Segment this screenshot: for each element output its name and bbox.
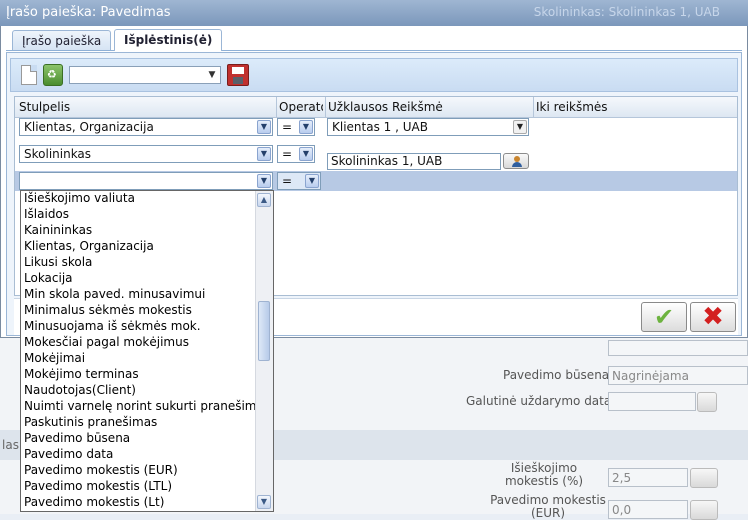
- chevron-down-icon[interactable]: ▼: [513, 120, 527, 134]
- table-row: Klientas, Organizacija ▼ = ▼ Klientas 1 …: [15, 117, 737, 143]
- cancel-button[interactable]: ✖: [690, 302, 736, 332]
- column-dropdown-list: Išieškojimo valiuta Išlaidos Kainininkas…: [20, 190, 274, 512]
- column-divider[interactable]: [325, 97, 326, 117]
- dropdown-scrollbar[interactable]: ▲ ▼: [255, 191, 273, 511]
- ok-button[interactable]: ✔: [641, 302, 687, 332]
- tab-advanced[interactable]: Išplėstinis(ė): [114, 29, 223, 51]
- chevron-down-icon[interactable]: ▼: [299, 147, 313, 161]
- scroll-up-icon[interactable]: ▲: [257, 193, 271, 207]
- list-item[interactable]: Likusi skola: [21, 254, 257, 270]
- scroll-down-icon[interactable]: ▼: [257, 495, 271, 509]
- calculator-icon-2: [690, 500, 718, 520]
- list-item[interactable]: Pavedimo mokestis (EUR): [21, 462, 257, 478]
- value-select-value: Klientas 1 , UAB: [332, 120, 428, 134]
- calculator-icon: [690, 468, 718, 488]
- chevron-down-icon[interactable]: ▼: [299, 120, 313, 134]
- closing-date-label: Galutinė uždarymo data: [466, 394, 612, 408]
- recovery-fee-label: Išieškojimo mokestis (%): [504, 461, 584, 488]
- grid-header: Stulpelis Operator Užklausos Reikšmė Iki…: [15, 97, 737, 118]
- column-header-stulpelis: Stulpelis: [19, 100, 71, 114]
- column-divider[interactable]: [533, 97, 534, 117]
- list-item[interactable]: Išieškojimo valiuta: [21, 191, 257, 206]
- dropdown-items: Išieškojimo valiuta Išlaidos Kainininkas…: [21, 191, 264, 510]
- chevron-down-icon[interactable]: ▼: [257, 147, 271, 161]
- new-document-icon[interactable]: [21, 65, 37, 85]
- value-input[interactable]: Skolininkas 1, UAB: [327, 153, 501, 170]
- column-header-operator: Operator: [279, 100, 323, 114]
- bg-field-top: [608, 340, 748, 356]
- value-select[interactable]: Klientas 1 , UAB ▼: [327, 118, 529, 136]
- list-item[interactable]: Minusuojama iš sėkmės mok.: [21, 318, 257, 334]
- column-header-value: Užklausos Reikšmė: [328, 100, 443, 114]
- operator-value: =: [282, 120, 293, 134]
- calendar-icon: [697, 392, 717, 412]
- query-toolbar: ♻ ▼: [10, 58, 738, 92]
- column-divider[interactable]: [276, 97, 277, 117]
- operator-select[interactable]: = ▼: [277, 118, 315, 136]
- chevron-down-icon[interactable]: ▼: [257, 174, 271, 188]
- list-item[interactable]: Pavedimo mokestis (Lt): [21, 494, 257, 510]
- column-select-value: Skolininkas: [24, 147, 92, 161]
- column-select-value: Klientas, Organizacija: [24, 120, 154, 134]
- tab-record-search[interactable]: Įrašo paieška: [12, 30, 112, 50]
- section-label-fragment: las: [2, 438, 19, 452]
- saved-query-select[interactable]: ▼: [69, 66, 221, 84]
- table-row-selected: ▼ = ▼: [15, 171, 737, 191]
- list-item[interactable]: Paskutinis pranešimas: [21, 414, 257, 430]
- operator-select[interactable]: = ▼: [277, 172, 321, 190]
- list-item[interactable]: Pavedimo mokestis (LTL): [21, 478, 257, 494]
- list-item[interactable]: Kainininkas: [21, 222, 257, 238]
- list-item[interactable]: Naudotojas(Client): [21, 382, 257, 398]
- list-item[interactable]: Klientas, Organizacija: [21, 238, 257, 254]
- assignment-fee-label: Pavedimo mokestis (EUR): [490, 493, 606, 520]
- titlebar-ghost-text: Skolininkas: Skolininkas 1, UAB: [533, 5, 720, 19]
- person-picker-icon[interactable]: [503, 153, 529, 169]
- close-icon: ✖: [702, 302, 724, 332]
- operator-value: =: [282, 147, 293, 161]
- list-item[interactable]: Nuimti varnelę norint sukurti pranešimą: [21, 398, 264, 414]
- dialog-title: Įrašo paieška: Pavedimas: [6, 5, 171, 20]
- operator-select[interactable]: = ▼: [277, 145, 315, 163]
- recovery-fee-field: 2,5: [608, 468, 688, 487]
- column-select[interactable]: Klientas, Organizacija ▼: [19, 118, 273, 136]
- save-disk-icon[interactable]: [227, 64, 249, 86]
- list-item[interactable]: Pavedimo būsena: [21, 430, 257, 446]
- list-item[interactable]: Mokėjimo terminas: [21, 366, 257, 382]
- recycle-icon[interactable]: ♻: [43, 64, 63, 86]
- chevron-down-icon[interactable]: ▼: [305, 174, 319, 188]
- list-item[interactable]: Lokacija: [21, 270, 257, 286]
- status-field: Nagrinėjama: [608, 366, 748, 385]
- list-item[interactable]: Pavedimo data: [21, 446, 257, 462]
- column-select[interactable]: Skolininkas ▼: [19, 145, 273, 163]
- closing-date-field: [608, 392, 696, 411]
- list-item[interactable]: Minimalus sėkmės mokestis: [21, 302, 257, 318]
- table-row: Skolininkas ▼ = ▼ Skolininkas 1, UAB: [15, 143, 737, 171]
- chevron-down-icon[interactable]: ▼: [205, 68, 219, 82]
- column-header-to-value: Iki reikšmės: [536, 100, 608, 114]
- list-item[interactable]: Mokesčiai pagal mokėjimus: [21, 334, 257, 350]
- status-label: Pavedimo būsena: [503, 368, 610, 382]
- chevron-down-icon[interactable]: ▼: [257, 120, 271, 134]
- list-item[interactable]: Mokėjimai: [21, 350, 257, 366]
- list-item[interactable]: Išlaidos: [21, 206, 257, 222]
- tab-strip: Įrašo paieška Išplėstinis(ė): [6, 28, 742, 51]
- assignment-fee-field: 0,0: [608, 500, 688, 519]
- operator-value: =: [282, 174, 293, 188]
- checkmark-icon: ✔: [653, 303, 675, 331]
- column-select-open[interactable]: ▼: [19, 172, 273, 190]
- dialog-titlebar[interactable]: Įrašo paieška: Pavedimas Skolininkas: Sk…: [0, 0, 748, 26]
- scrollbar-thumb[interactable]: [258, 301, 270, 361]
- list-item[interactable]: Min skola paved. minusavimui: [21, 286, 257, 302]
